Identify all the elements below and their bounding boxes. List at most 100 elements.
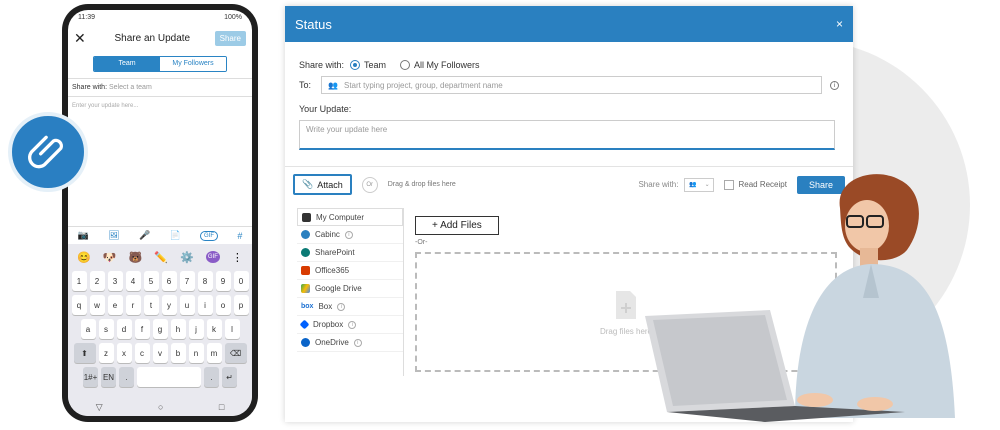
bear-icon[interactable]: 🐻 <box>129 251 143 264</box>
info-icon[interactable]: i <box>830 80 839 90</box>
info-icon[interactable]: i <box>337 302 346 311</box>
key[interactable]: y <box>161 295 177 315</box>
radio-team-label[interactable]: Team <box>364 60 386 70</box>
source-label: Dropbox <box>313 320 344 329</box>
source-google-drive[interactable]: Google Drive <box>297 280 403 298</box>
box-icon: box <box>301 303 314 310</box>
more-icon[interactable]: ⋮ <box>232 251 243 264</box>
key[interactable]: 9 <box>215 271 231 291</box>
key[interactable]: p <box>233 295 249 315</box>
close-icon[interactable]: × <box>836 17 843 31</box>
key[interactable]: d <box>116 319 132 339</box>
key[interactable]: h <box>170 319 186 339</box>
tab-my-followers[interactable]: My Followers <box>160 57 226 71</box>
sticker-icon[interactable]: 🐶 <box>103 251 117 264</box>
key[interactable]: 5 <box>143 271 159 291</box>
settings-icon[interactable]: ⚙️ <box>180 251 194 264</box>
key[interactable]: k <box>206 319 222 339</box>
update-textarea[interactable]: Write your update here <box>299 120 835 150</box>
file-icon[interactable]: 📄 <box>169 230 180 241</box>
smiley-icon[interactable]: 😊 <box>77 251 91 264</box>
gif-key-icon[interactable]: GIF <box>205 251 220 263</box>
camera-icon[interactable]: 📷 <box>78 230 89 241</box>
enter-key[interactable]: ↵ <box>222 367 237 387</box>
computer-icon <box>302 212 311 222</box>
attach-button[interactable]: 📎 Attach <box>293 174 352 195</box>
hashtag-icon[interactable]: # <box>237 231 242 241</box>
key[interactable]: 0 <box>233 271 249 291</box>
source-office365[interactable]: Office365 <box>297 262 403 280</box>
key[interactable]: x <box>116 343 132 363</box>
key[interactable]: s <box>98 319 114 339</box>
phone-attach-toolbar: 📷 🖼 🎤 📄 GIF # <box>68 226 252 244</box>
info-icon[interactable]: i <box>344 230 353 239</box>
key[interactable]: j <box>188 319 204 339</box>
home-icon[interactable]: ○ <box>158 402 163 412</box>
phone-app-header: ✕ Share an Update Share <box>68 24 252 52</box>
key[interactable]: q <box>71 295 87 315</box>
source-dropbox[interactable]: Dropbox i <box>297 316 403 334</box>
kb-row-middle: a s d f g h j k l <box>71 319 249 339</box>
recents-icon[interactable]: □ <box>219 402 224 412</box>
source-cabinc[interactable]: Cabinc i <box>297 226 403 244</box>
key[interactable]: g <box>152 319 168 339</box>
image-icon[interactable]: 🖼 <box>108 230 119 241</box>
language-key[interactable]: EN <box>101 367 116 387</box>
radio-team[interactable] <box>350 60 361 70</box>
source-onedrive[interactable]: OneDrive i <box>297 334 403 352</box>
to-input[interactable]: 👥 Start typing project, group, departmen… <box>321 76 823 94</box>
key[interactable]: 2 <box>89 271 105 291</box>
phone-share-with-row[interactable]: Share with: Select a team <box>68 78 252 96</box>
backspace-key-icon[interactable]: ⌫ <box>224 343 247 363</box>
dot-key[interactable]: . <box>204 367 219 387</box>
tab-team[interactable]: Team <box>94 57 160 71</box>
mic-icon[interactable]: 🎤 <box>139 230 150 241</box>
key[interactable]: 8 <box>197 271 213 291</box>
key[interactable]: f <box>134 319 150 339</box>
key[interactable]: 4 <box>125 271 141 291</box>
shift-key-icon[interactable]: ⬆ <box>73 343 96 363</box>
phone-update-input[interactable]: Enter your update here... <box>68 96 252 216</box>
source-box[interactable]: box Box i <box>297 298 403 316</box>
dialog-title: Status <box>295 16 332 32</box>
key[interactable]: m <box>206 343 222 363</box>
back-icon[interactable]: ▽ <box>96 402 103 413</box>
source-sharepoint[interactable]: SharePoint <box>297 244 403 262</box>
key[interactable]: i <box>197 295 213 315</box>
key[interactable]: 1 <box>71 271 87 291</box>
source-label: Box <box>318 302 333 311</box>
symbols-key[interactable]: 1#+ <box>83 367 98 387</box>
period-key[interactable]: . <box>119 367 134 387</box>
source-my-computer[interactable]: My Computer <box>297 208 403 226</box>
key[interactable]: 6 <box>161 271 177 291</box>
sharepoint-icon <box>301 248 310 257</box>
key[interactable]: v <box>152 343 168 363</box>
space-key[interactable] <box>137 367 201 387</box>
key[interactable]: 3 <box>107 271 123 291</box>
phone-share-button[interactable]: Share <box>214 30 246 46</box>
key[interactable]: r <box>125 295 141 315</box>
key[interactable]: c <box>134 343 150 363</box>
radio-followers[interactable] <box>400 60 411 70</box>
key[interactable]: o <box>215 295 231 315</box>
key[interactable]: b <box>170 343 186 363</box>
radio-followers-label[interactable]: All My Followers <box>414 60 480 70</box>
status-battery: 100% <box>224 13 242 21</box>
close-icon[interactable]: ✕ <box>74 30 90 47</box>
key[interactable]: w <box>89 295 105 315</box>
key[interactable]: z <box>98 343 114 363</box>
info-icon[interactable]: i <box>348 320 357 329</box>
key[interactable]: n <box>188 343 204 363</box>
status-form: Share with: Team All My Followers To: 👥 … <box>285 42 853 160</box>
gif-icon[interactable]: GIF <box>200 230 218 241</box>
pencil-icon[interactable]: ✏️ <box>154 251 168 264</box>
key[interactable]: a <box>80 319 96 339</box>
key[interactable]: l <box>224 319 240 339</box>
info-icon[interactable]: i <box>353 338 362 347</box>
key[interactable]: u <box>179 295 195 315</box>
key[interactable]: e <box>107 295 123 315</box>
key[interactable]: t <box>143 295 159 315</box>
kb-row-bottom: ⬆ z x c v b n m ⌫ <box>71 343 249 363</box>
key[interactable]: 7 <box>179 271 195 291</box>
add-files-button[interactable]: + Add Files <box>415 216 499 235</box>
